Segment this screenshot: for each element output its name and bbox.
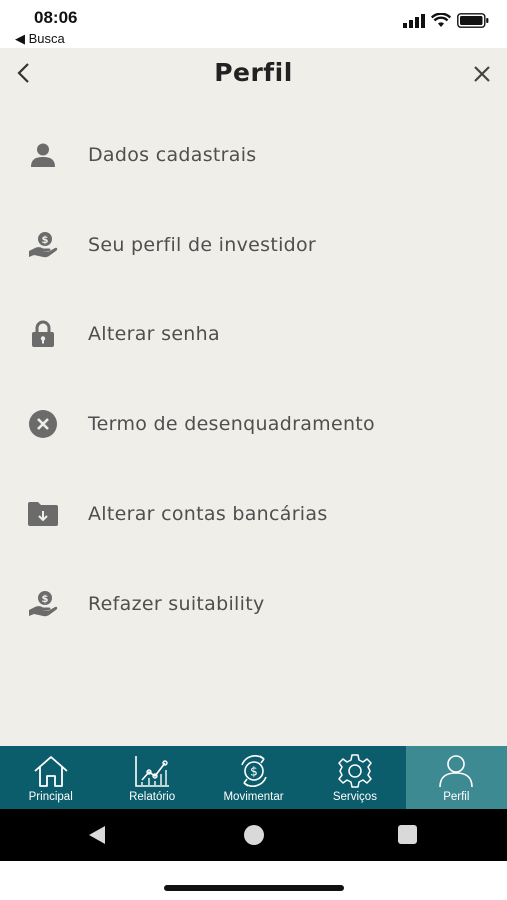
menu-item-refazer-suitability[interactable]: $ Refazer suitability [0, 559, 507, 649]
wifi-icon [430, 12, 452, 33]
svg-text:$: $ [42, 235, 49, 246]
tab-perfil[interactable]: Perfil [405, 746, 507, 809]
back-to-app-link[interactable]: ◀ Busca [15, 31, 65, 47]
person-icon [27, 139, 59, 171]
profile-screen: Perfil Dados cadastrais $ Seu perfil de … [0, 48, 507, 746]
tab-label: Principal [28, 791, 73, 803]
tab-servicos[interactable]: Serviços [304, 746, 405, 809]
tab-relatorio[interactable]: Relatório [101, 746, 202, 809]
menu-item-label: Termo de desenquadramento [88, 413, 375, 436]
status-time: 08:06 [34, 8, 78, 27]
money-transfer-icon: $ [234, 753, 274, 789]
lock-icon [27, 318, 59, 350]
top-bar: Perfil [0, 48, 507, 104]
profile-menu: Dados cadastrais $ Seu perfil de investi… [0, 110, 507, 649]
menu-item-label: Refazer suitability [88, 592, 265, 615]
battery-icon [457, 13, 489, 33]
menu-item-perfil-investidor[interactable]: $ Seu perfil de investidor [0, 200, 507, 290]
menu-item-alterar-senha[interactable]: Alterar senha [0, 290, 507, 380]
signal-icon [403, 13, 425, 33]
home-icon [31, 753, 71, 789]
menu-item-label: Alterar senha [88, 323, 220, 346]
close-button[interactable] [469, 62, 495, 90]
tab-principal[interactable]: Principal [0, 746, 101, 809]
status-icons [403, 12, 489, 33]
page-title: Perfil [214, 58, 293, 87]
x-circle-icon [27, 408, 59, 440]
menu-item-dados-cadastrais[interactable]: Dados cadastrais [0, 110, 507, 200]
gear-icon [335, 753, 375, 789]
tab-label: Perfil [443, 791, 470, 803]
menu-item-contas-bancarias[interactable]: Alterar contas bancárias [0, 469, 507, 559]
chart-icon [132, 753, 172, 789]
status-bar: 08:06 ◀ Busca [0, 0, 507, 48]
tab-label: Serviços [332, 791, 377, 803]
nav-home-icon[interactable] [244, 825, 264, 845]
menu-item-label: Alterar contas bancárias [88, 503, 328, 526]
menu-item-label: Seu perfil de investidor [88, 233, 317, 256]
nav-back-icon[interactable] [88, 825, 106, 850]
hand-coin-icon: $ [27, 588, 59, 620]
tab-label: Movimentar [223, 791, 284, 803]
home-indicator[interactable] [164, 885, 344, 891]
bottom-tab-bar: Principal Relatório $ Movimentar Serviço… [0, 746, 507, 809]
svg-text:$: $ [42, 594, 49, 605]
menu-item-termo-desenquadramento[interactable]: Termo de desenquadramento [0, 379, 507, 469]
person-outline-icon [436, 753, 476, 789]
folder-download-icon [27, 498, 59, 530]
svg-text:$: $ [250, 765, 258, 779]
menu-item-label: Dados cadastrais [88, 143, 257, 166]
tab-movimentar[interactable]: $ Movimentar [203, 746, 304, 809]
system-nav-bar [0, 809, 507, 861]
nav-recent-apps-icon[interactable] [398, 825, 417, 844]
tab-label: Relatório [129, 791, 176, 803]
hand-coin-icon: $ [27, 229, 59, 261]
close-icon [473, 65, 491, 88]
